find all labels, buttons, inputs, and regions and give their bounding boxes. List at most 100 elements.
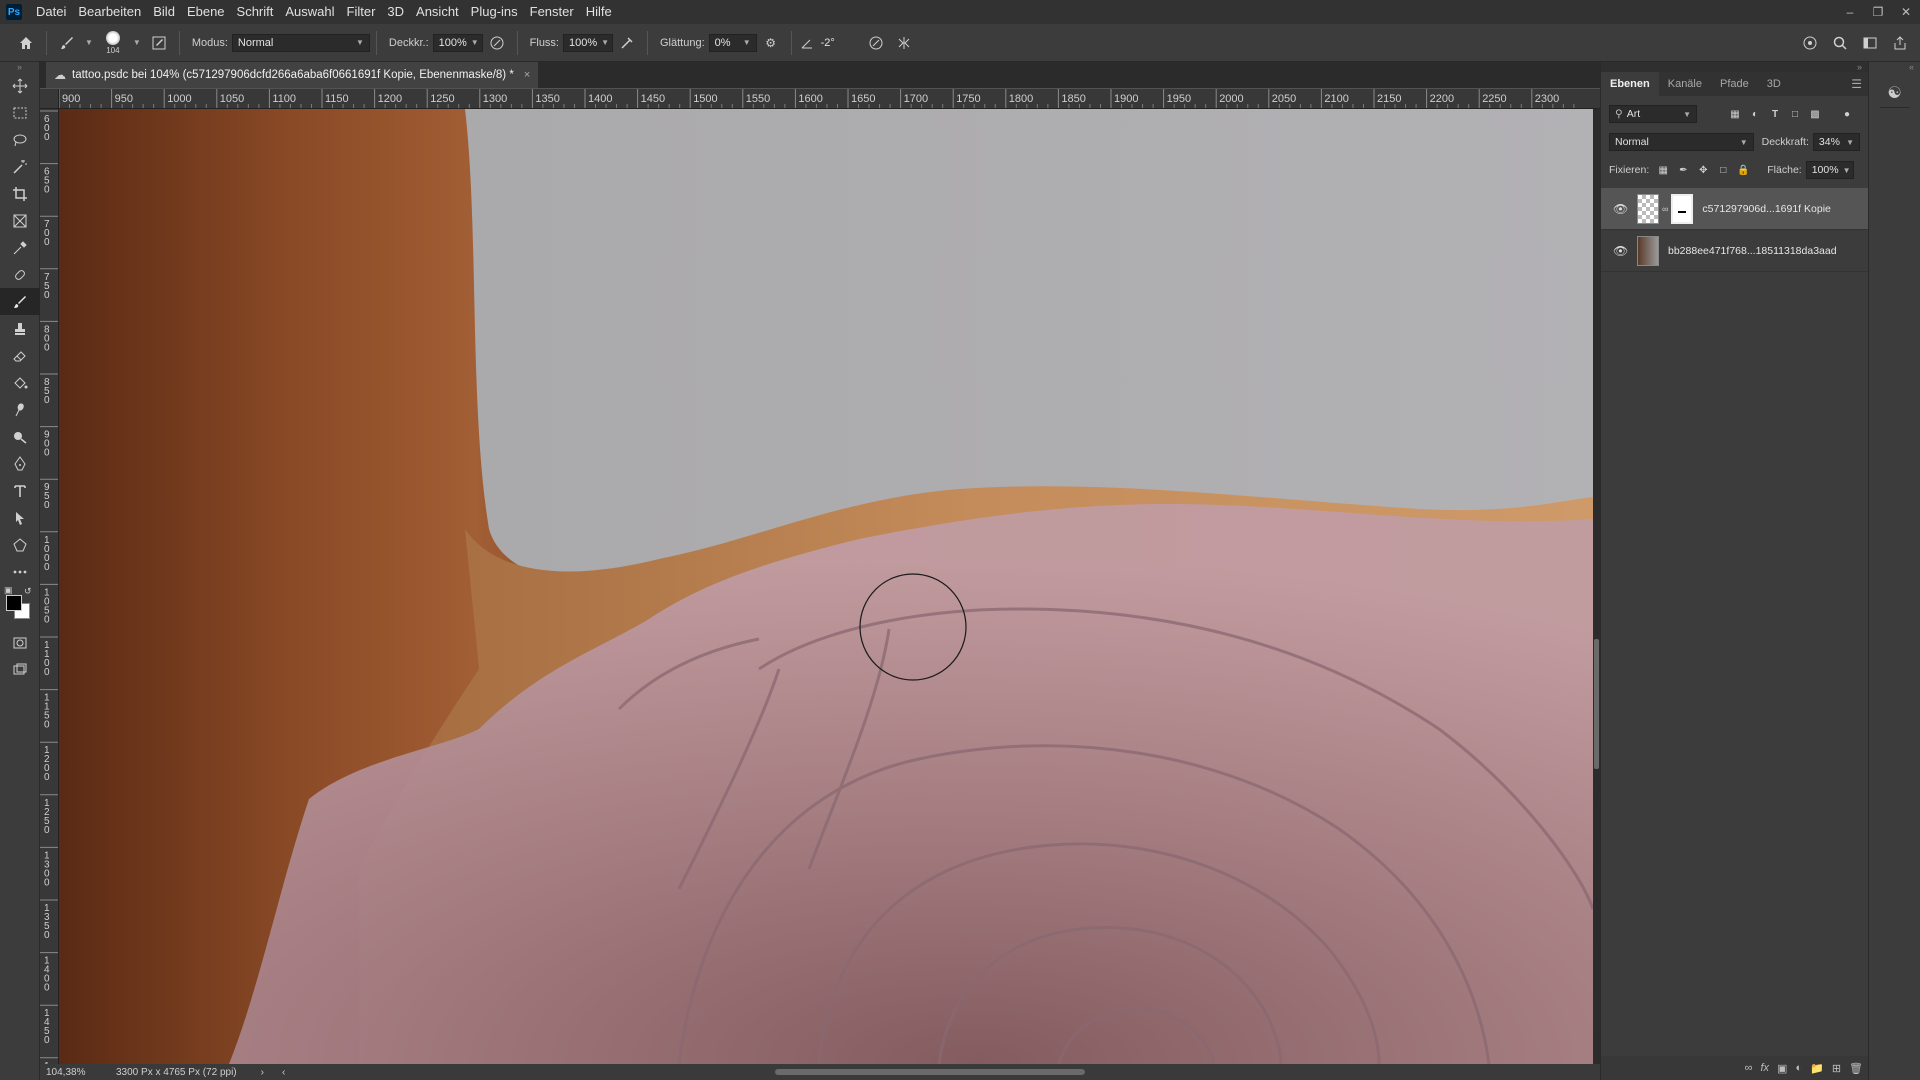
document-canvas[interactable] (59, 109, 1593, 1064)
lock-artboard-icon[interactable]: □ (1713, 161, 1733, 179)
brush-settings-icon[interactable] (145, 29, 173, 57)
mode-select[interactable]: Normal ▼ (231, 33, 370, 52)
pressure-size-icon[interactable] (862, 29, 890, 57)
vertical-scrollbar[interactable] (1593, 109, 1600, 1064)
pen-tool-icon[interactable] (0, 450, 40, 477)
healing-brush-icon[interactable] (0, 261, 40, 288)
panel-collapse-icon[interactable]: » (1601, 62, 1868, 72)
trash-icon[interactable]: 🗑 (1849, 1062, 1863, 1075)
brush-tool-icon[interactable] (0, 288, 40, 315)
gear-icon[interactable]: ⚙ (757, 29, 785, 57)
brush-size-picker[interactable]: 104 (97, 27, 129, 59)
layer-name[interactable]: c571297906d...1691f Kopie (1702, 203, 1830, 215)
link-layers-icon[interactable]: ∞ (1745, 1062, 1753, 1074)
frame-tool-icon[interactable] (0, 207, 40, 234)
add-mask-icon[interactable]: ▣ (1777, 1062, 1787, 1075)
screen-mode-icon[interactable] (0, 656, 40, 683)
path-selection-icon[interactable] (0, 504, 40, 531)
menu-auswahl[interactable]: Auswahl (279, 0, 340, 24)
layer-filter-select[interactable]: ⚲ Art ▼ (1609, 105, 1697, 123)
menu-ansicht[interactable]: Ansicht (410, 0, 465, 24)
menu-3d[interactable]: 3D (381, 0, 410, 24)
filter-type-icon[interactable]: T (1765, 105, 1785, 123)
link-icon[interactable]: ∞ (1662, 204, 1668, 214)
menu-datei[interactable]: Datei (30, 0, 72, 24)
blend-mode-select[interactable]: Normal ▼ (1609, 133, 1754, 151)
lock-pixels-icon[interactable]: ✒ (1673, 161, 1693, 179)
pressure-opacity-icon[interactable] (483, 29, 511, 57)
menu-plugins[interactable]: Plug-ins (465, 0, 524, 24)
close-tab-icon[interactable]: × (524, 69, 530, 81)
close-icon[interactable]: ✕ (1892, 0, 1920, 24)
menu-filter[interactable]: Filter (341, 0, 382, 24)
visibility-eye-icon[interactable]: 👁 (1613, 202, 1629, 216)
lock-all-icon[interactable]: 🔒 (1733, 161, 1753, 179)
scroll-left-icon[interactable]: ‹ (282, 1067, 285, 1078)
quick-mask-icon[interactable] (0, 629, 40, 656)
symmetry-icon[interactable] (890, 29, 918, 57)
ruler-corner[interactable] (40, 89, 59, 109)
lock-position-icon[interactable]: ✥ (1693, 161, 1713, 179)
fx-icon[interactable]: fx (1760, 1062, 1769, 1074)
new-layer-icon[interactable]: ⊞ (1832, 1062, 1841, 1075)
panel-collapse-icon[interactable]: « (1869, 62, 1920, 72)
airbrush-icon[interactable] (613, 29, 641, 57)
tab-kanaele[interactable]: Kanäle (1659, 72, 1711, 96)
properties-panel-icon[interactable]: ☯ (1879, 78, 1910, 108)
document-tab[interactable]: ☁ tattoo.psdc bei 104% (c571297906dcfd26… (46, 62, 539, 88)
more-tools-icon[interactable] (0, 558, 40, 585)
dodge-tool-icon[interactable] (0, 423, 40, 450)
adjustment-layer-icon[interactable]: ◐ (1795, 1062, 1802, 1074)
home-icon[interactable] (12, 29, 40, 57)
minimize-icon[interactable]: – (1836, 0, 1864, 24)
eraser-tool-icon[interactable] (0, 342, 40, 369)
smoothing-field[interactable]: 0% ▼ (708, 33, 757, 52)
chevron-down-icon[interactable]: ▼ (133, 38, 141, 47)
eyedropper-icon[interactable] (0, 234, 40, 261)
menu-schrift[interactable]: Schrift (231, 0, 280, 24)
stamp-tool-icon[interactable] (0, 315, 40, 342)
layer-row[interactable]: 👁 bb288ee471f768...18511318da3aad (1601, 230, 1868, 272)
new-group-icon[interactable]: 📁 (1810, 1062, 1824, 1075)
ruler-vertical[interactable]: 6006507007508008509009501000105011001150… (40, 109, 59, 1064)
layer-mask-thumbnail[interactable] (1671, 193, 1694, 224)
zoom-level[interactable]: 104,38% (46, 1067, 108, 1078)
layer-row[interactable]: 👁 ∞ c571297906d...1691f Kopie (1601, 188, 1868, 230)
menu-ebene[interactable]: Ebene (181, 0, 231, 24)
menu-hilfe[interactable]: Hilfe (580, 0, 618, 24)
filter-smartobject-icon[interactable]: ▩ (1805, 105, 1825, 123)
layer-thumbnail[interactable] (1637, 193, 1659, 224)
panel-menu-icon[interactable]: ☰ (1851, 77, 1862, 91)
visibility-eye-icon[interactable]: 👁 (1613, 244, 1629, 258)
tab-ebenen[interactable]: Ebenen (1601, 72, 1659, 96)
opacity-field[interactable]: 100% ▼ (432, 33, 483, 52)
foreground-color-swatch[interactable] (6, 595, 22, 611)
filter-adjustment-icon[interactable]: ◐ (1745, 105, 1765, 123)
type-tool-icon[interactable] (0, 477, 40, 504)
crop-tool-icon[interactable] (0, 180, 40, 207)
status-menu-icon[interactable]: › (261, 1067, 264, 1078)
export-icon[interactable] (1886, 29, 1914, 57)
horizontal-scrollbar-thumb[interactable] (775, 1069, 1085, 1075)
workspace-icon[interactable] (1856, 29, 1884, 57)
restore-icon[interactable]: ❐ (1864, 0, 1892, 24)
smudge-tool-icon[interactable] (0, 396, 40, 423)
layer-thumbnail[interactable] (1637, 235, 1659, 266)
filter-pixel-icon[interactable]: ▦ (1725, 105, 1745, 123)
filter-shape-icon[interactable]: □ (1785, 105, 1805, 123)
lasso-tool-icon[interactable] (0, 126, 40, 153)
chevron-down-icon[interactable]: ▼ (85, 38, 93, 47)
menu-bearbeiten[interactable]: Bearbeiten (72, 0, 147, 24)
tab-3d[interactable]: 3D (1758, 72, 1790, 96)
expand-icon[interactable]: » (0, 62, 39, 72)
shape-tool-icon[interactable] (0, 531, 40, 558)
photoshop-logo[interactable]: Ps (6, 4, 22, 20)
angle-field[interactable]: -2° (815, 33, 856, 52)
flow-field[interactable]: 100% ▼ (563, 33, 613, 52)
menu-bild[interactable]: Bild (147, 0, 181, 24)
share-icon[interactable] (1796, 29, 1824, 57)
ruler-horizontal[interactable]: 900 950 1000 1050 1100 1150 1200 1250 1300 1350 14… (59, 89, 1600, 109)
lock-transparency-icon[interactable]: ▦ (1653, 161, 1673, 179)
magic-wand-icon[interactable] (0, 153, 40, 180)
paint-bucket-icon[interactable] (0, 369, 40, 396)
